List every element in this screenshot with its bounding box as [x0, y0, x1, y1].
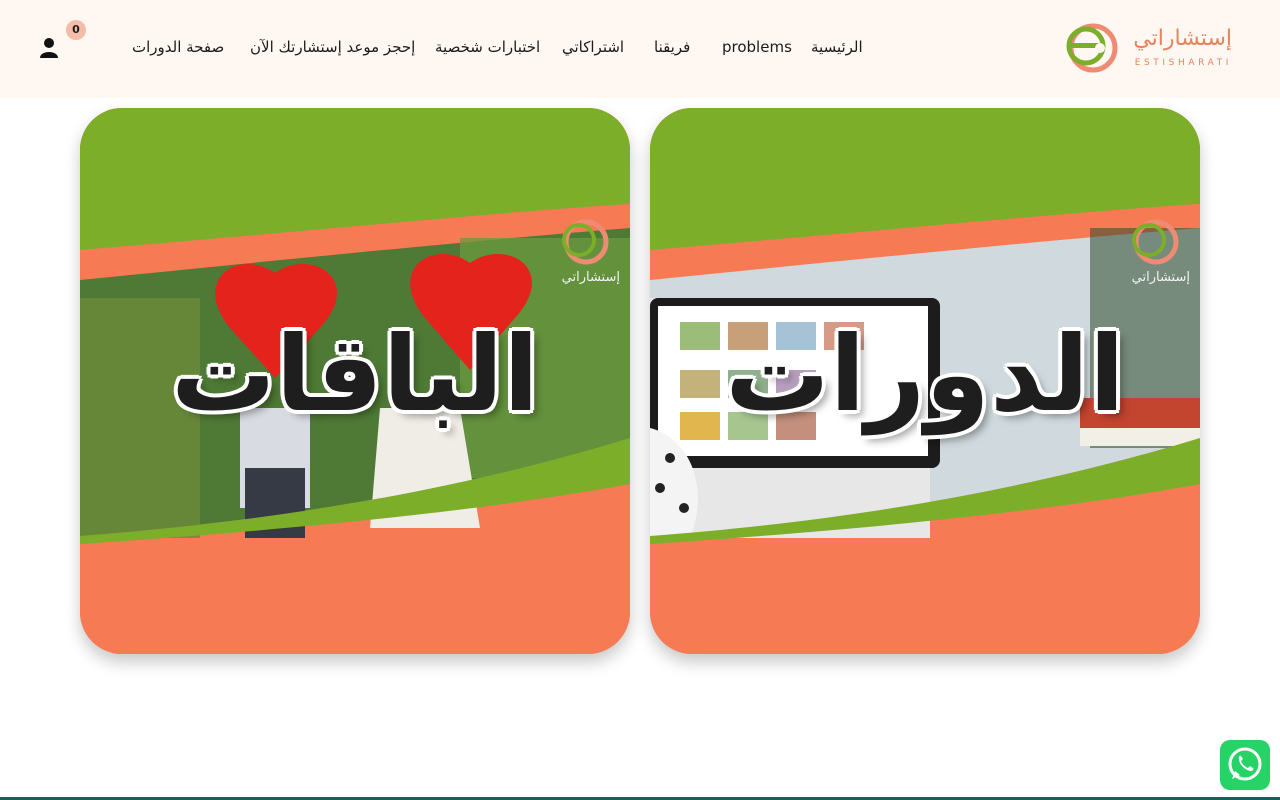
nav-item-personality-tests[interactable]: اختبارات شخصية — [435, 38, 540, 56]
nav-item-subscriptions[interactable]: اشتراكاتي — [562, 38, 624, 56]
user-icon — [40, 38, 58, 58]
whatsapp-icon — [1228, 747, 1262, 781]
brand-logo-icon — [1066, 23, 1118, 73]
packages-card-brand: إستشاراتي — [550, 216, 620, 298]
logo-latin-text: ESTISHARATI — [1134, 58, 1232, 68]
packages-card[interactable]: إستشاراتي الباقات — [80, 108, 630, 654]
courses-card[interactable]: إستشاراتي الدورات — [650, 108, 1200, 654]
brand-logo-icon — [562, 219, 609, 265]
site-header: إستشاراتي ESTISHARATI الرئيسية problems … — [0, 0, 1280, 98]
nav-item-book-consultation[interactable]: إحجز موعد إستشارتك الآن — [250, 38, 415, 56]
nav-item-courses-page[interactable]: صفحة الدورات — [132, 38, 224, 56]
brand-logo-icon — [1132, 219, 1179, 265]
courses-card-brand: إستشاراتي — [1120, 216, 1190, 298]
courses-card-title: الدورات — [725, 313, 1125, 435]
courses-card-brand-text: إستشاراتي — [1131, 270, 1190, 285]
logo-arabic-text: إستشاراتي — [1133, 26, 1232, 51]
whatsapp-button[interactable] — [1220, 740, 1270, 790]
packages-card-brand-text: إستشاراتي — [561, 270, 620, 285]
site-logo[interactable]: إستشاراتي ESTISHARATI — [1058, 22, 1236, 76]
cart-count-badge: 0 — [66, 20, 86, 40]
nav-item-problems[interactable]: problems — [722, 38, 792, 56]
nav-item-team[interactable]: فريقنا — [654, 38, 690, 56]
account-button[interactable] — [38, 36, 62, 60]
packages-card-title: الباقات — [171, 313, 539, 435]
nav-item-home[interactable]: الرئيسية — [811, 38, 863, 56]
